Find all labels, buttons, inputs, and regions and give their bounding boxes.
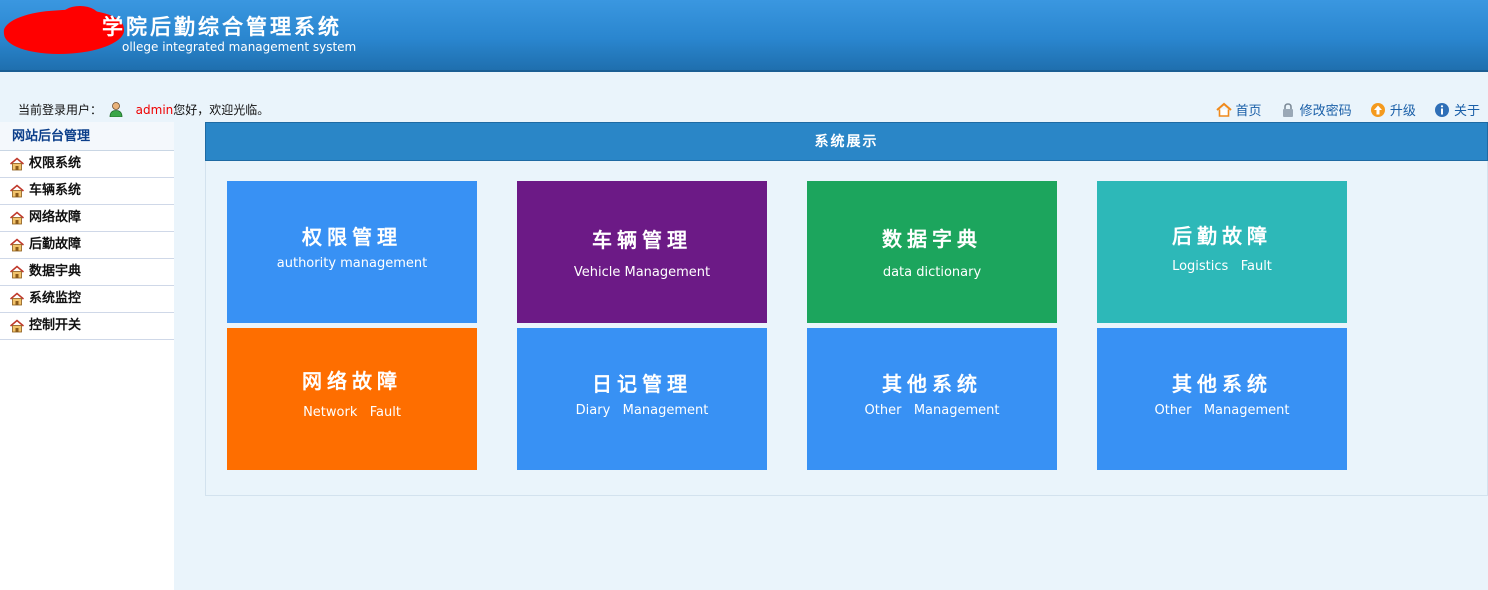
home-icon	[10, 238, 24, 252]
tile-vehicle-management[interactable]: 车辆管理 Vehicle Management	[517, 181, 767, 323]
about-label: 关于	[1453, 104, 1480, 119]
about-link[interactable]: 关于	[1434, 100, 1480, 119]
sidebar-item-vehicle[interactable]: 车辆系统	[0, 178, 174, 205]
main-panel-title: 系统展示	[205, 122, 1488, 161]
upgrade-label: 升级	[1389, 104, 1416, 119]
tile-other-system[interactable]: 其他系统 Other Management	[1097, 328, 1347, 470]
tile-grid: 权限管理 authority management 车辆管理 Vehicle M…	[205, 161, 1488, 496]
tile-logistics-fault[interactable]: 后勤故障 Logistics Fault	[1097, 181, 1347, 323]
tile-subtitle: Logistics Fault	[1172, 259, 1272, 274]
home-icon	[10, 265, 24, 279]
sidebar-item-system-monitor[interactable]: 系统监控	[0, 286, 174, 313]
tile-title: 其他系统	[1172, 372, 1272, 396]
sidebar-item-label: 系统监控	[29, 291, 82, 306]
sidebar-item-data-dictionary[interactable]: 数据宇典	[0, 259, 174, 286]
tile-data-dictionary[interactable]: 数据字典 data dictionary	[807, 181, 1057, 323]
tile-diary-management[interactable]: 日记管理 Diary Management	[517, 328, 767, 470]
tile-authority-management[interactable]: 权限管理 authority management	[227, 181, 477, 323]
tile-subtitle: authority management	[276, 256, 428, 271]
sidebar: 网站后台管理 权限系统 车辆系统 网络故障 后勤故障 数据宇典 系统监控 控制开…	[0, 122, 174, 590]
top-links: 首页 修改密码 升级 关于	[1202, 100, 1480, 122]
lock-icon	[1282, 102, 1293, 117]
tile-subtitle: data dictionary	[882, 265, 982, 280]
home-icon	[10, 157, 24, 171]
home-icon	[10, 292, 24, 306]
home-link-label: 首页	[1235, 104, 1262, 119]
home-icon	[1215, 102, 1232, 117]
tile-title: 权限管理	[302, 225, 402, 249]
sidebar-item-label: 网络故障	[29, 210, 82, 225]
upgrade-link[interactable]: 升级	[1370, 100, 1416, 119]
sidebar-item-label: 控制开关	[29, 318, 82, 333]
login-prefix: 当前登录用户：	[18, 103, 103, 117]
sidebar-item-control-switch[interactable]: 控制开关	[0, 313, 174, 340]
tile-title: 网络故障	[302, 369, 402, 393]
system-subtitle: ollege integrated management system	[122, 40, 357, 54]
upgrade-icon	[1370, 102, 1385, 117]
change-password-label: 修改密码	[1299, 104, 1352, 119]
sidebar-title: 网站后台管理	[0, 122, 174, 151]
home-icon	[10, 211, 24, 225]
top-bar: 当前登录用户： admin您好，欢迎光临。 首页 修改密码 升级 关于	[0, 96, 1488, 120]
tile-title: 车辆管理	[592, 228, 692, 252]
sidebar-item-label: 车辆系统	[29, 183, 82, 198]
home-icon	[10, 184, 24, 198]
system-title: 学院后勤综合管理系统	[102, 14, 342, 39]
tile-subtitle: Other Management	[864, 403, 1000, 418]
sidebar-item-logistics-fault[interactable]: 后勤故障	[0, 232, 174, 259]
sidebar-item-label: 权限系统	[29, 156, 82, 171]
tile-subtitle: Diary Management	[575, 403, 709, 418]
tile-other-system[interactable]: 其他系统 Other Management	[807, 328, 1057, 470]
tile-subtitle: Vehicle Management	[573, 265, 711, 280]
sidebar-item-label: 数据宇典	[29, 264, 82, 279]
tile-network-fault[interactable]: 网络故障 Network Fault	[227, 328, 477, 470]
tile-title: 日记管理	[592, 372, 692, 396]
user-icon	[109, 102, 123, 117]
login-info: 当前登录用户： admin您好，欢迎光临。	[18, 101, 269, 118]
home-icon	[10, 319, 24, 333]
info-icon	[1434, 102, 1449, 117]
home-link[interactable]: 首页	[1215, 100, 1262, 119]
greeting: 您好，欢迎光临。	[173, 103, 270, 117]
tile-subtitle: Network Fault	[303, 405, 401, 420]
change-password-link[interactable]: 修改密码	[1280, 100, 1352, 119]
sidebar-item-label: 后勤故障	[29, 237, 82, 252]
username: admin	[135, 103, 174, 117]
redaction-mark	[60, 6, 100, 30]
sidebar-item-permission[interactable]: 权限系统	[0, 151, 174, 178]
tile-title: 数据字典	[882, 227, 982, 251]
tile-title: 其他系统	[882, 372, 982, 396]
sidebar-item-network-fault[interactable]: 网络故障	[0, 205, 174, 232]
header-banner: 学院后勤综合管理系统 ollege integrated management …	[0, 0, 1488, 72]
tile-title: 后勤故障	[1172, 224, 1272, 248]
tile-subtitle: Other Management	[1154, 403, 1290, 418]
